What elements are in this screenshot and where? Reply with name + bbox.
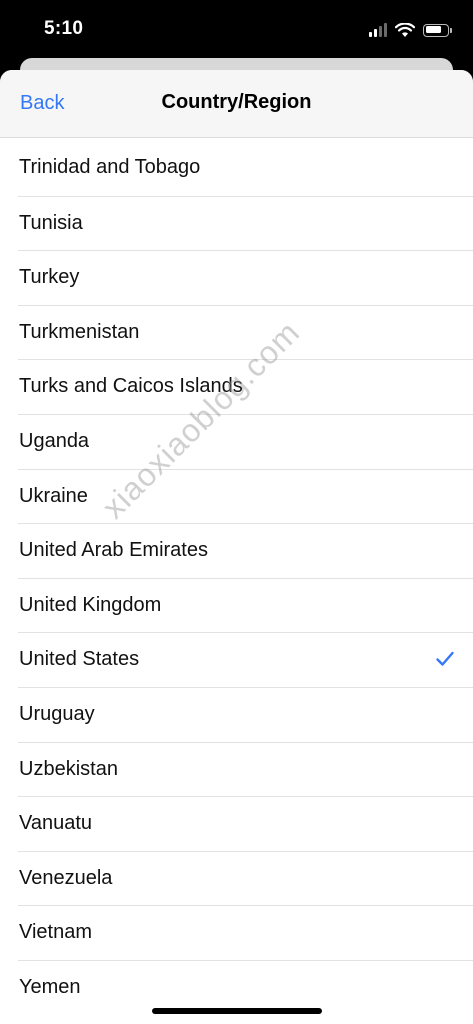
list-item[interactable]: Uruguay xyxy=(18,686,473,742)
list-item[interactable]: Yemen xyxy=(18,959,473,1015)
navigation-bar: Back Country/Region xyxy=(0,70,473,138)
list-item[interactable]: Tunisia xyxy=(18,195,473,251)
wifi-icon xyxy=(395,22,415,37)
list-item[interactable]: Turks and Caicos Islands xyxy=(18,359,473,414)
list-item[interactable]: United Kingdom xyxy=(18,577,473,633)
status-icons xyxy=(369,20,452,40)
list-item-label: United Kingdom xyxy=(19,593,162,616)
list-item[interactable]: Trinidad and Tobago xyxy=(18,141,473,196)
list-item-label: Turks and Caicos Islands xyxy=(19,375,243,398)
list-item-selected[interactable]: United States xyxy=(18,632,473,687)
list-item-label: Yemen xyxy=(19,975,81,998)
list-item-label: Venezuela xyxy=(19,866,113,889)
list-item[interactable]: Vanuatu xyxy=(18,796,473,851)
list-item-label: Turkey xyxy=(19,266,80,289)
list-item-label: Uzbekistan xyxy=(19,757,118,780)
list-item-label: Uruguay xyxy=(19,702,95,725)
cellular-signal-icon xyxy=(369,23,387,37)
country-region-sheet: Back Country/Region Trinidad and Tobago … xyxy=(0,70,473,1024)
battery-icon xyxy=(423,23,452,37)
list-item-label: Trinidad and Tobago xyxy=(19,156,201,178)
list-item[interactable]: Uzbekistan xyxy=(18,741,473,797)
list-item-label: Ukraine xyxy=(19,484,88,507)
list-item[interactable]: Venezuela xyxy=(18,850,473,906)
list-item-label: Vietnam xyxy=(19,921,93,944)
list-item[interactable]: Turkmenistan xyxy=(18,304,473,360)
list-item-label: Uganda xyxy=(19,429,90,452)
list-item-label: Turkmenistan xyxy=(19,320,140,343)
page-title: Country/Region xyxy=(161,91,312,113)
list-item[interactable]: Vietnam xyxy=(18,905,473,960)
list-item-label: Tunisia xyxy=(19,211,83,234)
home-indicator xyxy=(152,1008,322,1014)
status-time: 5:10 xyxy=(44,18,84,39)
list-item-label: United States xyxy=(19,648,140,671)
status-bar: 5:10 xyxy=(0,0,473,60)
list-item[interactable]: United Arab Emirates xyxy=(18,523,473,578)
list-item[interactable]: Uganda xyxy=(18,413,473,469)
list-item-label: Vanuatu xyxy=(19,812,93,835)
list-item[interactable]: Ukraine xyxy=(18,468,473,524)
checkmark-icon xyxy=(436,652,454,667)
list-item-label: United Arab Emirates xyxy=(19,539,208,562)
list-item[interactable]: Turkey xyxy=(18,250,473,305)
country-list: Trinidad and Tobago Tunisia Turkey Turkm… xyxy=(0,141,473,1015)
